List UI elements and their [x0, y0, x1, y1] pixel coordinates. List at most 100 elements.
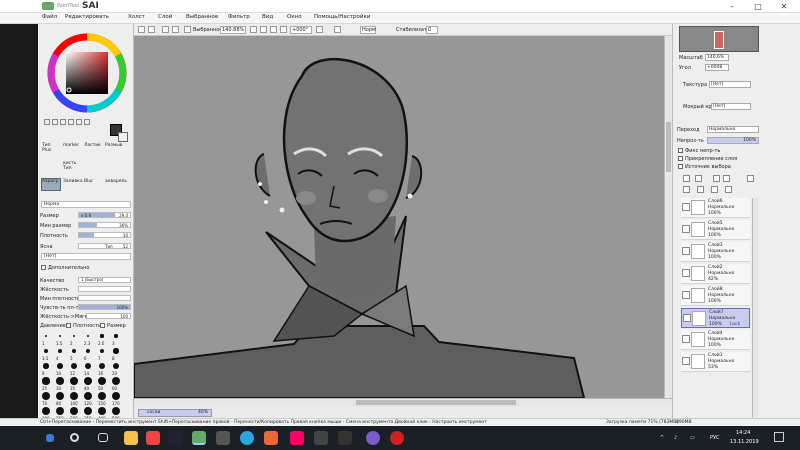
language-indicator[interactable]: РУС	[710, 435, 720, 441]
clear-layer-icon[interactable]	[723, 175, 730, 182]
tool-fill[interactable]: Заливка	[62, 178, 83, 191]
navigator-preview[interactable]	[679, 26, 759, 52]
brush-size-preset[interactable]	[55, 406, 65, 416]
min-pressure-slider[interactable]	[78, 295, 131, 301]
tool-smudge[interactable]: Размыв	[104, 142, 124, 155]
sai-taskbar-icon[interactable]	[192, 431, 206, 445]
advanced-checkbox[interactable]	[41, 265, 46, 270]
menu-layer[interactable]: Слой	[158, 14, 172, 20]
rotate-left-icon[interactable]	[280, 26, 287, 33]
texture-select[interactable]: [Нет]	[709, 81, 751, 88]
layer-row[interactable]: Слой2 Нормально 42%	[681, 264, 750, 284]
size-slider[interactable]: x 0.8 29.0	[78, 212, 131, 218]
angle-field[interactable]: +000°	[290, 26, 312, 34]
layer-mask-icon[interactable]	[711, 186, 718, 193]
brush-size-preset[interactable]	[58, 334, 62, 338]
protect-alpha-checkbox[interactable]	[678, 148, 683, 153]
dyn-size-checkbox[interactable]	[100, 323, 105, 328]
layer-visibility-icon[interactable]	[682, 291, 690, 299]
effect-select[interactable]: [Нет]	[711, 103, 751, 110]
selection-checkbox[interactable]	[184, 26, 191, 33]
steam-icon[interactable]	[168, 431, 182, 445]
blend-mode-select[interactable]: Норма	[41, 201, 131, 208]
brush-size-preset[interactable]	[97, 406, 107, 416]
brush-size-preset[interactable]	[41, 391, 51, 401]
quality-select[interactable]: 1 (Быстро)	[78, 277, 131, 283]
horizontal-scroll-thumb[interactable]	[356, 400, 516, 405]
layer-visibility-icon[interactable]	[682, 203, 690, 211]
zoom-field[interactable]: 140.88%	[220, 26, 246, 34]
layer-row[interactable]: Слой5 Нормально 100%	[681, 220, 750, 240]
tool-blur[interactable]: Blur	[83, 178, 103, 191]
brush-size-preset[interactable]	[100, 334, 104, 338]
brush-size-preset[interactable]	[56, 377, 64, 385]
brush-size-preset[interactable]	[85, 348, 91, 354]
invert-selection-icon[interactable]	[172, 26, 179, 33]
menu-view[interactable]: Вид	[262, 14, 273, 20]
stabilizer-field[interactable]: 0	[426, 26, 438, 34]
layer-visibility-icon[interactable]	[683, 314, 691, 322]
zoom-reset-icon[interactable]	[270, 26, 277, 33]
brush-size-preset[interactable]	[83, 391, 93, 401]
merge-down-icon[interactable]	[683, 186, 690, 193]
app-icon-a[interactable]	[216, 431, 230, 445]
tool-eraser[interactable]: Ластик	[83, 142, 103, 155]
volume-icon[interactable]: ♪	[674, 435, 677, 441]
brush-size-preset[interactable]	[41, 406, 51, 416]
smooth-slider[interactable]: 100	[86, 313, 131, 319]
texture-select[interactable]: [Нет]	[41, 253, 131, 260]
zoom-in-icon[interactable]	[250, 26, 257, 33]
zoom-out-icon[interactable]	[260, 26, 267, 33]
menu-filter[interactable]: Фильтр	[228, 14, 250, 20]
delete-layer-icon[interactable]	[747, 175, 754, 182]
record-icon[interactable]	[390, 431, 404, 445]
layer-row[interactable]: Слой4 Нормально 100%	[681, 330, 750, 350]
brush-size-preset[interactable]	[84, 377, 92, 385]
menu-window[interactable]: Окно	[287, 14, 302, 20]
brush-size-preset[interactable]	[55, 391, 65, 401]
brush-size-preset[interactable]	[83, 406, 93, 416]
minsize-slider[interactable]: 36%	[78, 222, 131, 228]
brush-size-preset[interactable]	[97, 376, 107, 386]
maximize-button[interactable]: □	[748, 1, 768, 12]
layer-list-scrollbar[interactable]	[752, 198, 758, 420]
clip-layer-checkbox[interactable]	[678, 156, 683, 161]
brush-size-preset[interactable]	[72, 334, 76, 338]
brush-size-preset[interactable]	[43, 363, 49, 369]
brush-size-preset[interactable]	[57, 363, 63, 369]
layer-visibility-icon[interactable]	[682, 335, 690, 343]
layer-blend-select[interactable]: Нормально	[707, 126, 759, 133]
tool-pen[interactable]: Тип Plus	[41, 142, 61, 155]
layer-visibility-icon[interactable]	[682, 225, 690, 233]
vertical-scroll-thumb[interactable]	[666, 122, 671, 172]
eyedropper-icon[interactable]	[84, 119, 90, 125]
density-slider[interactable]: 30	[78, 232, 131, 238]
document-tab[interactable]: сосаи 40%	[138, 409, 212, 417]
magic-wand-icon[interactable]	[68, 119, 74, 125]
search-icon[interactable]	[70, 433, 79, 442]
secondary-color-swatch[interactable]	[118, 132, 128, 142]
selection-source-checkbox[interactable]	[678, 164, 683, 169]
layer-row[interactable]: Слой3 Нормально 100%	[681, 242, 750, 262]
network-icon[interactable]: ▭	[690, 435, 695, 441]
notifications-icon[interactable]	[774, 432, 784, 442]
app-icon-e[interactable]	[338, 431, 352, 445]
clock-time[interactable]: 14:24	[736, 430, 750, 436]
minimize-button[interactable]: –	[722, 1, 742, 12]
menu-file[interactable]: Файл	[42, 14, 57, 20]
shape-slider[interactable]: Тип 52	[78, 243, 131, 249]
app-icon-c[interactable]	[290, 431, 304, 445]
layer-visibility-icon[interactable]	[682, 357, 690, 365]
brush-size-preset[interactable]	[98, 362, 106, 370]
telegram-icon[interactable]	[240, 431, 254, 445]
redo-icon[interactable]	[148, 26, 155, 33]
tool-marker[interactable]: marker	[62, 142, 82, 155]
brush-size-preset[interactable]	[44, 349, 48, 353]
layer-row[interactable]: Слой7 Нормально 100% Lock	[681, 308, 750, 328]
undo-icon[interactable]	[138, 26, 145, 33]
close-button[interactable]: ✕	[774, 1, 794, 12]
canvas-artwork[interactable]	[134, 36, 664, 398]
brush-size-preset[interactable]	[69, 406, 79, 416]
tool-watercolor[interactable]: акварель	[104, 178, 127, 191]
new-layer-folder-icon[interactable]	[695, 175, 702, 182]
